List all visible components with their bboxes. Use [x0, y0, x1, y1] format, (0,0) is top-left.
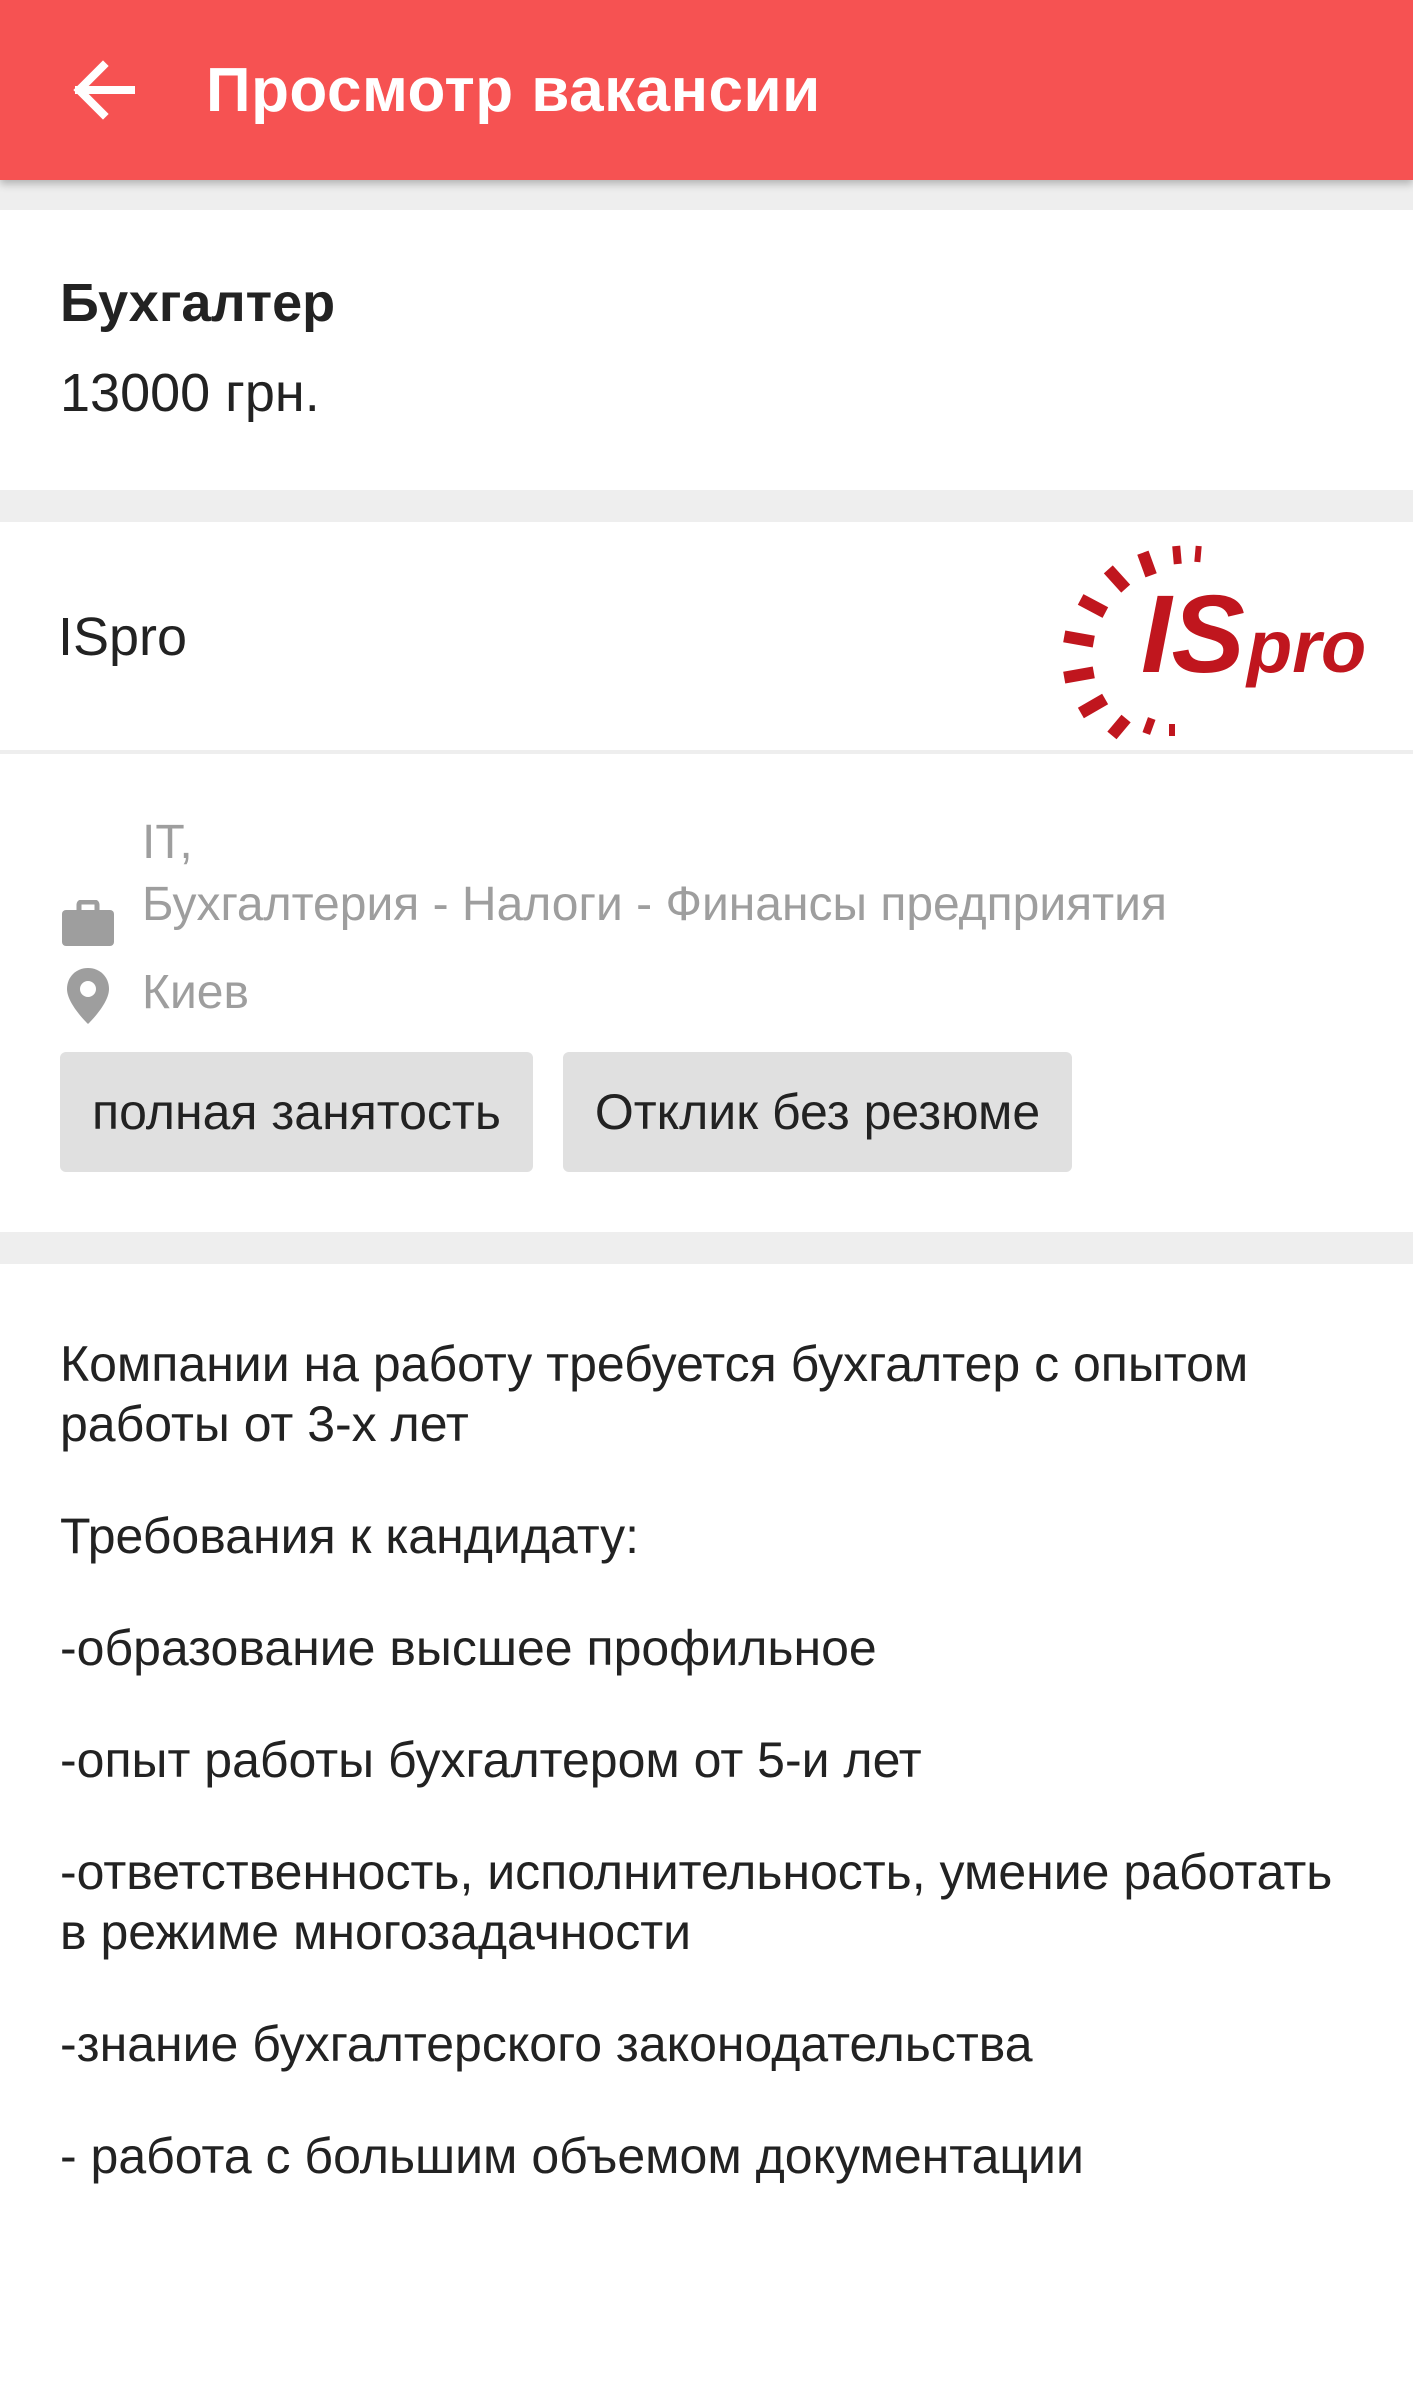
job-description: Компании на работу требуется бухгалтер с… [60, 1334, 1360, 2238]
back-button[interactable] [58, 45, 148, 135]
chip-apply-without-resume[interactable]: Отклик без резюме [562, 1052, 1073, 1172]
chip-employment-type[interactable]: полная занятость [60, 1052, 533, 1172]
description-paragraph: Требования к кандидату: [60, 1508, 640, 1564]
city-row: Киев [58, 962, 249, 1026]
company-logo: IS pro [1063, 545, 1366, 740]
salary: 13000 грн. [60, 363, 320, 423]
company-card[interactable]: ISpro IS pro [0, 522, 1413, 750]
app-bar: Просмотр вакансии [0, 0, 1413, 180]
vacancy-info-card: IT, Бухгалтерия - Налоги - Финансы предп… [0, 754, 1413, 1232]
description-card: Компании на работу требуется бухгалтер с… [0, 1264, 1413, 2390]
svg-text:IS: IS [1141, 573, 1245, 696]
job-title: Бухгалтер [60, 273, 336, 333]
page-title: Просмотр вакансии [206, 55, 821, 125]
chips-row: полная занятость Отклик без резюме [60, 1052, 1102, 1172]
svg-text:pro: pro [1245, 605, 1366, 688]
location-pin-icon [67, 968, 109, 1024]
company-name: ISpro [58, 607, 188, 667]
city: Киев [142, 966, 249, 1019]
description-paragraph: -опыт работы бухгалтером от 5-и лет [60, 1732, 922, 1788]
description-paragraph: Компании на работу требуется бухгалтер с… [60, 1336, 1249, 1452]
briefcase-icon [62, 900, 114, 946]
description-paragraph: -образование высшее профильное [60, 1620, 877, 1676]
description-paragraph: -ответственность, исполнительность, умен… [60, 1844, 1333, 1960]
category-row: IT, Бухгалтерия - Налоги - Финансы предп… [58, 812, 1167, 948]
description-paragraph: -знание бухгалтерского законодательства [60, 2016, 1033, 2072]
category-line-1: IT, [142, 816, 193, 869]
category-line-2: Бухгалтерия - Налоги - Финансы предприят… [142, 878, 1167, 931]
vacancy-header-card: Бухгалтер 13000 грн. [0, 210, 1413, 490]
description-paragraph: - работа с большим объемом документации [60, 2128, 1084, 2184]
arrow-left-icon [73, 60, 135, 120]
